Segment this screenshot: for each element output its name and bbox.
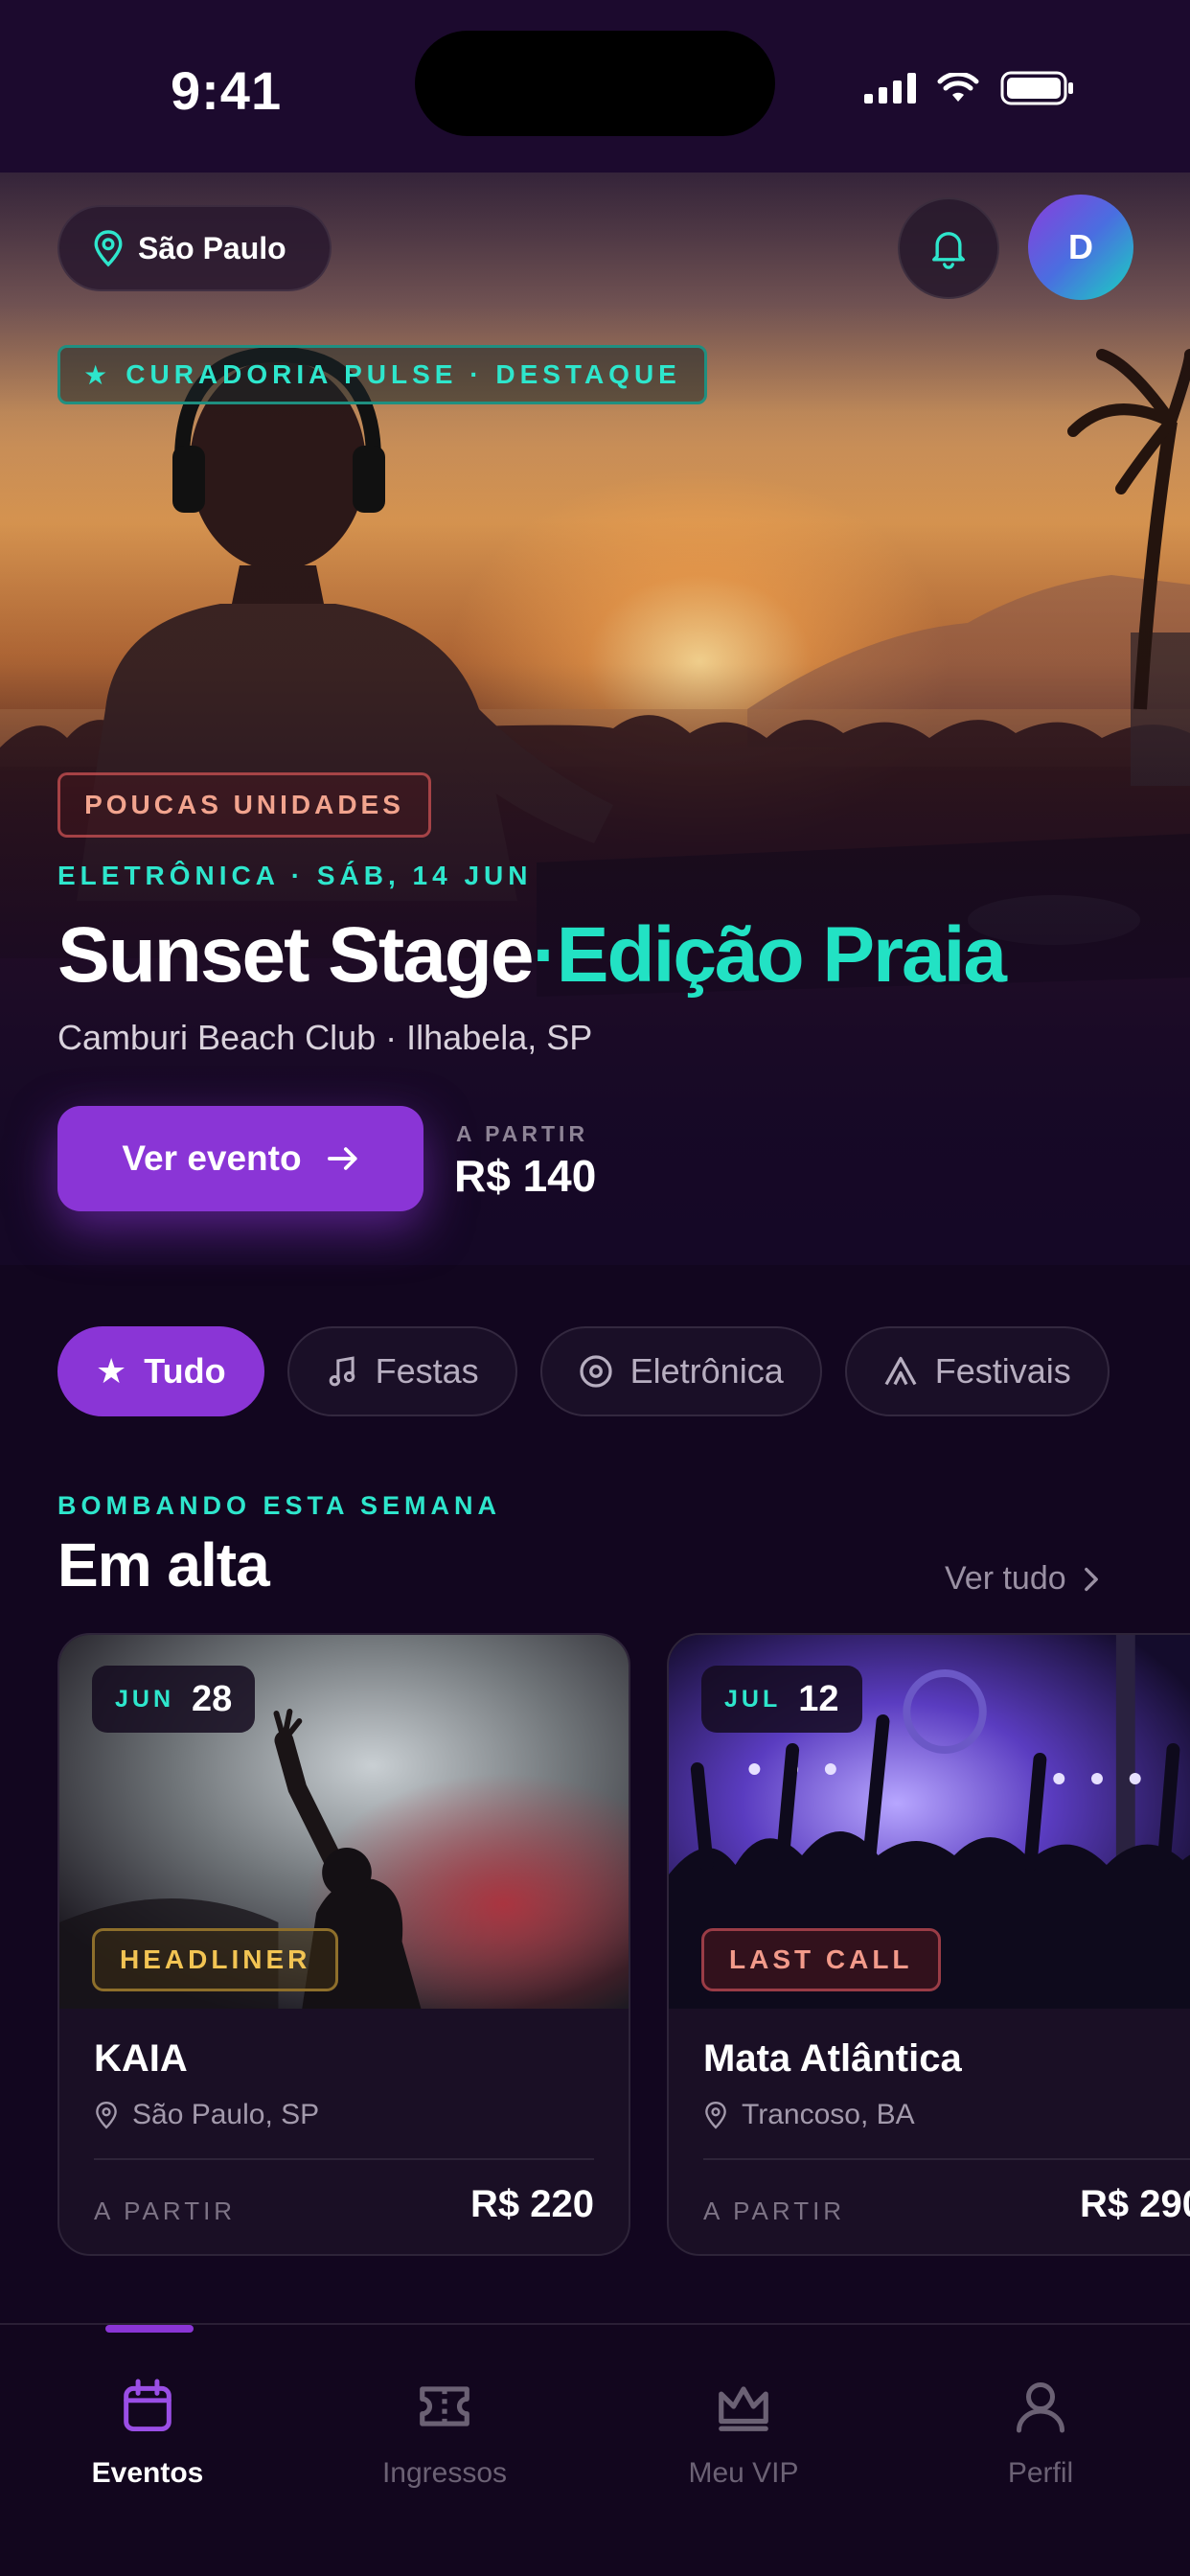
status-bar: 9:41 — [0, 0, 1190, 172]
hero-title: Sunset Stage·Edição Praia — [57, 910, 1007, 1000]
section-kicker: BOMBANDO ESTA SEMANA — [57, 1491, 501, 1520]
event-name: Mata Atlântica — [703, 2037, 962, 2080]
notifications-button[interactable] — [898, 197, 999, 299]
event-tag: HEADLINER — [92, 1928, 339, 1991]
hero-title-accent: Edição Praia — [556, 911, 1007, 999]
star-icon: ★ — [83, 359, 113, 390]
user-icon — [1017, 2382, 1064, 2433]
hero-banner[interactable] — [0, 172, 1190, 1265]
event-price: R$ 220 — [470, 2183, 594, 2225]
hero-title-separator: · — [532, 911, 558, 999]
calendar-icon — [124, 2379, 172, 2432]
filter-chip-label: Tudo — [144, 1351, 226, 1391]
tab-label: Perfil — [1007, 2457, 1074, 2489]
bottom-tab-bar: Eventos Ingressos Meu VIP Perfil — [0, 2323, 1190, 2576]
arrow-right-icon — [327, 1147, 357, 1170]
event-price: R$ 290 — [1080, 2183, 1190, 2225]
see-all-label: Ver tudo — [945, 1560, 1066, 1597]
hero-price: R$ 140 — [454, 1151, 597, 1201]
date-badge: JUN 28 — [92, 1666, 256, 1733]
bell-icon — [932, 232, 965, 269]
status-time: 9:41 — [171, 60, 283, 121]
location-selector[interactable]: São Paulo — [57, 205, 332, 291]
wifi-icon — [937, 73, 979, 102]
hero-title-main: Sunset Stage — [57, 911, 534, 999]
filter-chip-label: Festivais — [934, 1351, 1071, 1391]
stock-badge: POUCAS UNIDADES — [57, 772, 431, 838]
hero-event-meta: ELETRÔNICA · SÁB, 14 JUN — [57, 861, 533, 890]
event-location: Trancoso, BA — [703, 2099, 915, 2131]
avatar-initial: D — [1068, 227, 1093, 266]
curation-badge: ★ CURADORIA PULSE · DESTAQUE — [57, 345, 707, 404]
cellular-signal-icon — [864, 73, 916, 104]
tab-label: Meu VIP — [688, 2457, 799, 2489]
tab-ingressos[interactable]: Ingressos — [330, 2377, 560, 2490]
filter-chip-festivais[interactable]: Festivais — [844, 1326, 1110, 1416]
event-price-label: A PARTIR — [703, 2196, 846, 2225]
tab-meu-vip[interactable]: Meu VIP — [629, 2377, 858, 2490]
card-divider — [703, 2158, 1190, 2160]
event-card-kaia[interactable]: JUN 28 HEADLINER KAIA São Paulo, SP A PA… — [57, 1633, 630, 2256]
disc-icon — [579, 1355, 612, 1388]
event-card-mata-atlantica[interactable]: JUL 12 LAST CALL Mata Atlântica Trancoso… — [667, 1633, 1190, 2256]
event-tag: LAST CALL — [701, 1928, 941, 1991]
crown-icon — [719, 2386, 768, 2431]
event-name: KAIA — [94, 2037, 188, 2080]
date-day: 12 — [798, 1678, 839, 1719]
hero-overlay — [0, 172, 1190, 1265]
filter-chip-festas[interactable]: Festas — [286, 1326, 517, 1416]
map-pin-icon — [94, 230, 123, 267]
section-title: Em alta — [57, 1530, 270, 1599]
filter-chip-label: Festas — [375, 1351, 479, 1391]
map-pin-icon — [96, 2101, 117, 2129]
date-month: JUN — [115, 1685, 175, 1713]
tab-label: Ingressos — [381, 2457, 508, 2489]
dynamic-island — [415, 31, 775, 136]
ticket-icon — [420, 2386, 469, 2426]
event-location-label: São Paulo, SP — [132, 2099, 320, 2130]
curation-badge-label: CURADORIA PULSE · DESTAQUE — [126, 359, 681, 389]
battery-icon — [1000, 71, 1073, 105]
hero-price-label: A PARTIR — [456, 1121, 589, 1146]
category-filter-bar: ★ Tudo Festas Eletrônica Festivais — [57, 1326, 1110, 1416]
view-event-button-label: Ver evento — [122, 1138, 302, 1178]
music-note-icon — [329, 1356, 355, 1387]
location-label: São Paulo — [138, 230, 286, 265]
event-location-label: Trancoso, BA — [742, 2099, 915, 2130]
date-month: JUL — [724, 1685, 782, 1713]
card-divider — [94, 2158, 594, 2160]
hero-venue: Camburi Beach Club · Ilhabela, SP — [57, 1018, 593, 1057]
event-location: São Paulo, SP — [94, 2099, 319, 2131]
chevron-right-icon — [1084, 1567, 1098, 1591]
filter-chip-eletronica[interactable]: Eletrônica — [539, 1326, 822, 1416]
status-icons — [864, 71, 1075, 105]
active-tab-indicator — [105, 2325, 194, 2333]
avatar[interactable]: D — [1028, 195, 1133, 300]
tab-eventos[interactable]: Eventos — [33, 2377, 263, 2490]
tab-label: Eventos — [91, 2457, 204, 2489]
date-badge: JUL 12 — [701, 1666, 862, 1733]
view-event-button[interactable]: Ver evento — [57, 1106, 423, 1211]
filter-chip-label: Eletrônica — [629, 1351, 784, 1391]
map-pin-icon — [705, 2101, 726, 2129]
star-icon: ★ — [96, 1351, 127, 1391]
filter-chip-tudo[interactable]: ★ Tudo — [57, 1326, 264, 1416]
see-all-link[interactable]: Ver tudo — [945, 1560, 1099, 1598]
tent-icon — [884, 1356, 917, 1386]
date-day: 28 — [192, 1678, 233, 1719]
event-price-label: A PARTIR — [94, 2196, 237, 2225]
tab-perfil[interactable]: Perfil — [926, 2377, 1156, 2490]
